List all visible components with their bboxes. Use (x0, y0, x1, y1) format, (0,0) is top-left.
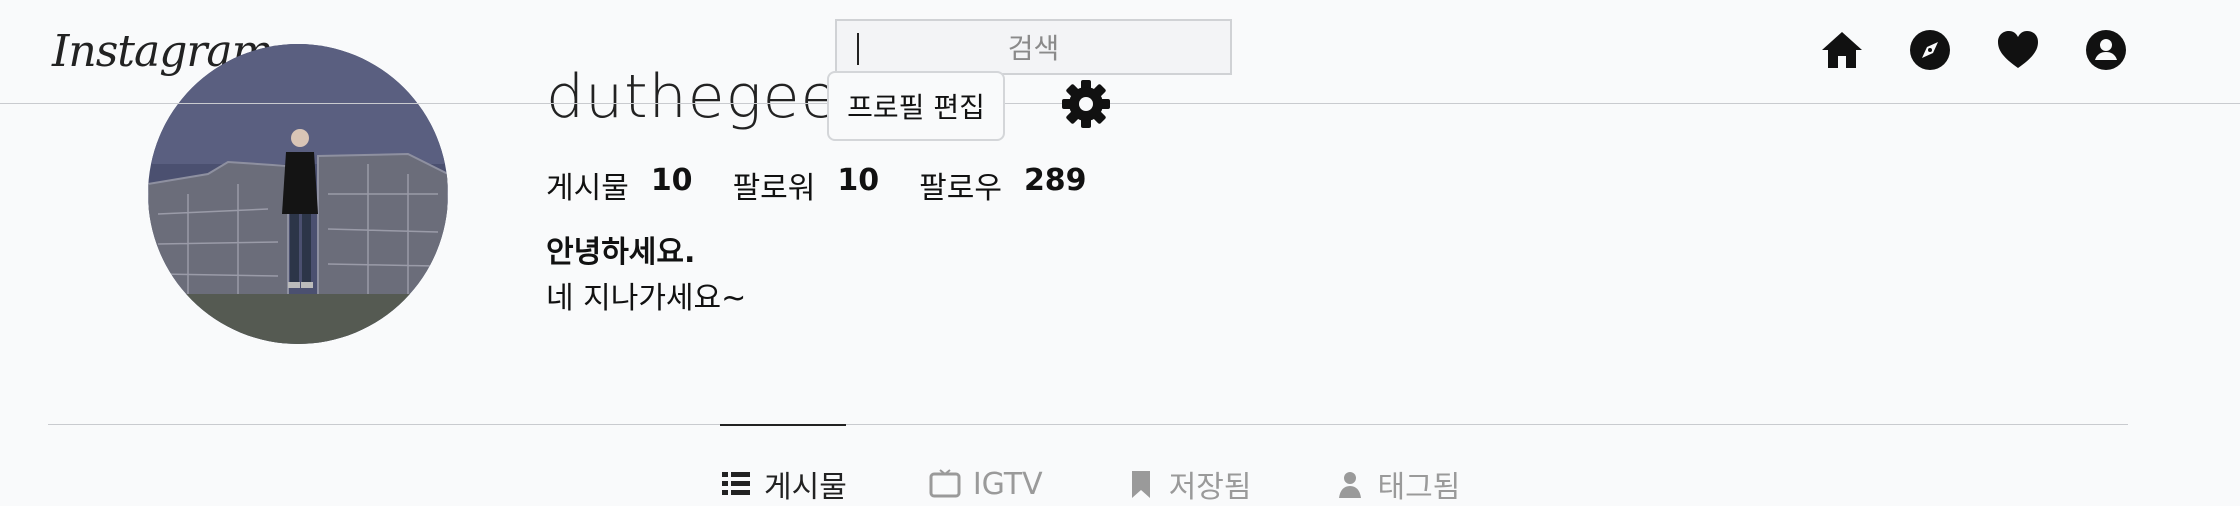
bookmark-icon (1131, 471, 1150, 498)
tab-label: 게시물 (764, 470, 847, 505)
avatar[interactable] (148, 44, 448, 344)
tab-igtv[interactable]: IGTV (929, 462, 1043, 506)
search-placeholder: 검색 (1007, 32, 1060, 65)
stat-value: 10 (650, 163, 693, 198)
stat-label: 게시물 (546, 171, 629, 206)
stat-label: 팔로워 (732, 171, 816, 206)
top-nav-icons (1818, 26, 2130, 74)
tabs-divider (48, 424, 2128, 425)
search-input[interactable]: 검색 (835, 19, 1232, 75)
tab-label: 저장됨 (1168, 470, 1252, 505)
profile-username: duthegee (546, 62, 839, 132)
stat-followers[interactable]: 팔로워 10 (733, 163, 880, 207)
gear-icon[interactable] (1060, 78, 1112, 130)
profile-tabs: 게시물 IGTV 저장됨 태그됨 (720, 462, 1460, 506)
activity-heart-icon[interactable] (1994, 26, 2042, 74)
tab-posts[interactable]: 게시물 (720, 462, 847, 506)
profile-icon[interactable] (2082, 26, 2130, 74)
home-icon[interactable] (1818, 26, 1866, 74)
bio-text: 네 지나가세요~ (546, 281, 747, 316)
stat-value: 10 (837, 163, 880, 198)
stat-value: 289 (1023, 163, 1087, 198)
bio-name: 안녕하세요. (546, 235, 696, 270)
tag-person-icon (1338, 472, 1361, 498)
stat-posts: 게시물 10 (546, 163, 693, 207)
grid-icon (722, 472, 750, 495)
tab-tagged[interactable]: 태그됨 (1334, 462, 1461, 506)
explore-compass-icon[interactable] (1906, 26, 1954, 74)
edit-profile-button[interactable]: 프로필 편집 (827, 71, 1005, 141)
stat-following[interactable]: 팔로우 289 (919, 163, 1086, 207)
active-tab-indicator (720, 424, 846, 426)
profile-stats: 게시물 10 팔로워 10 팔로우 289 (546, 163, 1127, 207)
tab-saved[interactable]: 저장됨 (1125, 462, 1252, 506)
tab-label: 태그됨 (1377, 470, 1461, 505)
stat-label: 팔로우 (919, 171, 1002, 206)
text-caret (857, 33, 859, 65)
igtv-icon (929, 469, 961, 498)
header-divider (0, 103, 2240, 104)
tab-label: IGTV (972, 466, 1043, 502)
